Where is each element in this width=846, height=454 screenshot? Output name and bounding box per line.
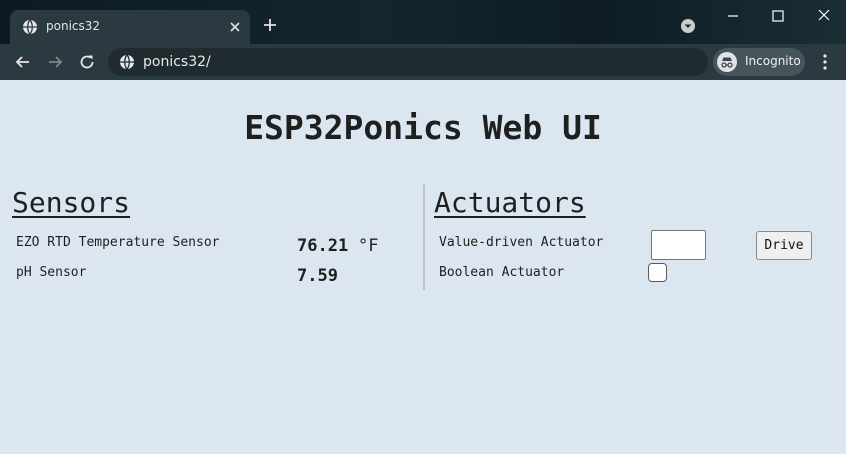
boolean-actuator-checkbox[interactable] (648, 263, 667, 282)
forward-arrow-icon[interactable] (46, 53, 64, 71)
incognito-icon (717, 52, 737, 72)
temperature-sensor-value: 76.21 (297, 236, 349, 256)
site-info-globe-icon[interactable] (119, 54, 135, 70)
tab-title: ponics32 (46, 19, 101, 33)
incognito-label: Incognito (745, 54, 801, 68)
tab-search-icon[interactable] (680, 18, 696, 34)
reload-icon[interactable] (78, 53, 96, 71)
minimize-icon[interactable] (722, 6, 744, 26)
new-tab-icon[interactable] (262, 17, 278, 33)
value-driven-actuator-label: Value-driven Actuator (439, 235, 604, 250)
incognito-badge[interactable]: Incognito (713, 48, 805, 76)
address-bar[interactable]: ponics32/ (108, 48, 708, 76)
section-divider (423, 184, 425, 290)
page-content: ESP32Ponics Web UI Sensors Actuators EZO… (0, 80, 846, 454)
browser-tab[interactable]: ponics32 (10, 10, 250, 44)
close-window-icon[interactable] (813, 6, 835, 26)
maximize-icon[interactable] (767, 6, 789, 26)
ph-sensor-value: 7.59 (297, 266, 338, 286)
browser-toolbar: ponics32/ Incognito (0, 44, 846, 80)
page-title: ESP32Ponics Web UI (244, 108, 602, 147)
temperature-sensor-label: EZO RTD Temperature Sensor (16, 235, 220, 250)
back-arrow-icon[interactable] (14, 53, 32, 71)
browser-title-bar: ponics32 (0, 0, 846, 44)
actuators-heading: Actuators (434, 186, 586, 219)
globe-icon (23, 19, 37, 35)
temperature-sensor-unit: °F (358, 236, 379, 256)
sensors-heading: Sensors (12, 186, 131, 219)
close-tab-icon[interactable] (228, 20, 242, 34)
url-text: ponics32/ (143, 54, 211, 70)
actuator-value-input[interactable] (651, 230, 706, 260)
ph-sensor-label: pH Sensor (16, 265, 87, 280)
boolean-actuator-label: Boolean Actuator (439, 265, 565, 280)
drive-button[interactable]: Drive (756, 231, 812, 260)
more-menu-icon[interactable] (818, 52, 832, 72)
